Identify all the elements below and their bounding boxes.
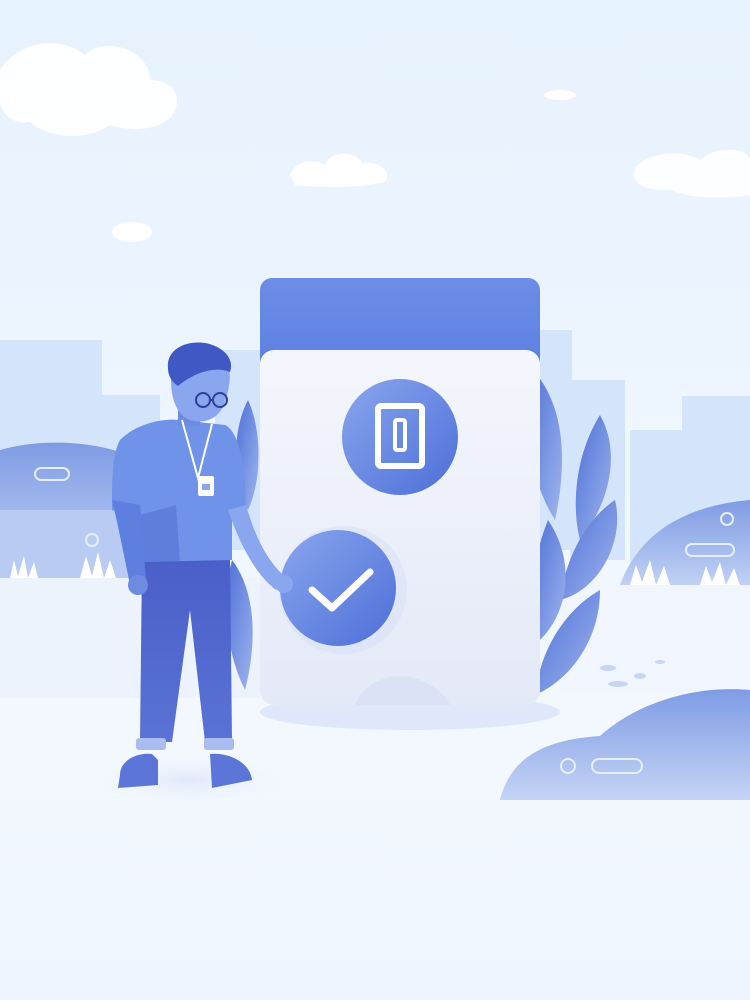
cloud-large-left: [0, 43, 178, 136]
cloud-middle: [290, 153, 388, 187]
cloud-right: [633, 149, 750, 198]
illustration-stage: [0, 0, 750, 1000]
cloud-small: [112, 222, 152, 242]
switch-toggle[interactable]: [342, 379, 458, 495]
id-badge-icon: [198, 476, 214, 496]
cloud-tiny: [544, 90, 576, 100]
confirm-check-button[interactable]: [279, 526, 407, 654]
illustration-canvas: [0, 43, 750, 804]
